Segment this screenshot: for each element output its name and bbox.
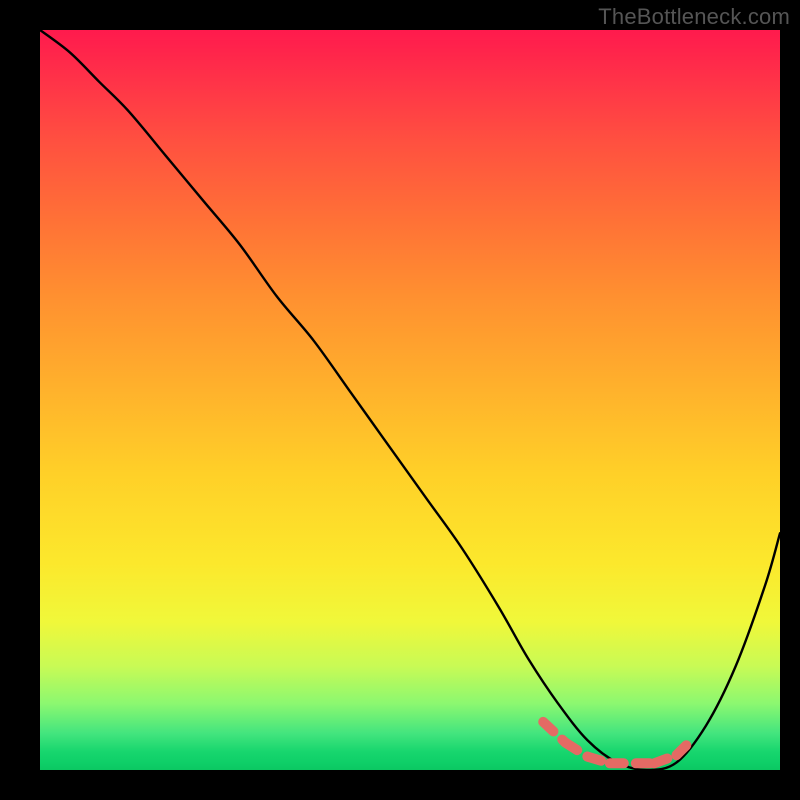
chart-svg [40,30,780,770]
bottleneck-curve [40,30,780,770]
optimal-marker-segment [676,740,691,755]
chart-frame: TheBottleneck.com [0,0,800,800]
watermark-text: TheBottleneck.com [598,4,790,30]
optimal-markers [543,722,691,763]
plot-area [40,30,780,770]
